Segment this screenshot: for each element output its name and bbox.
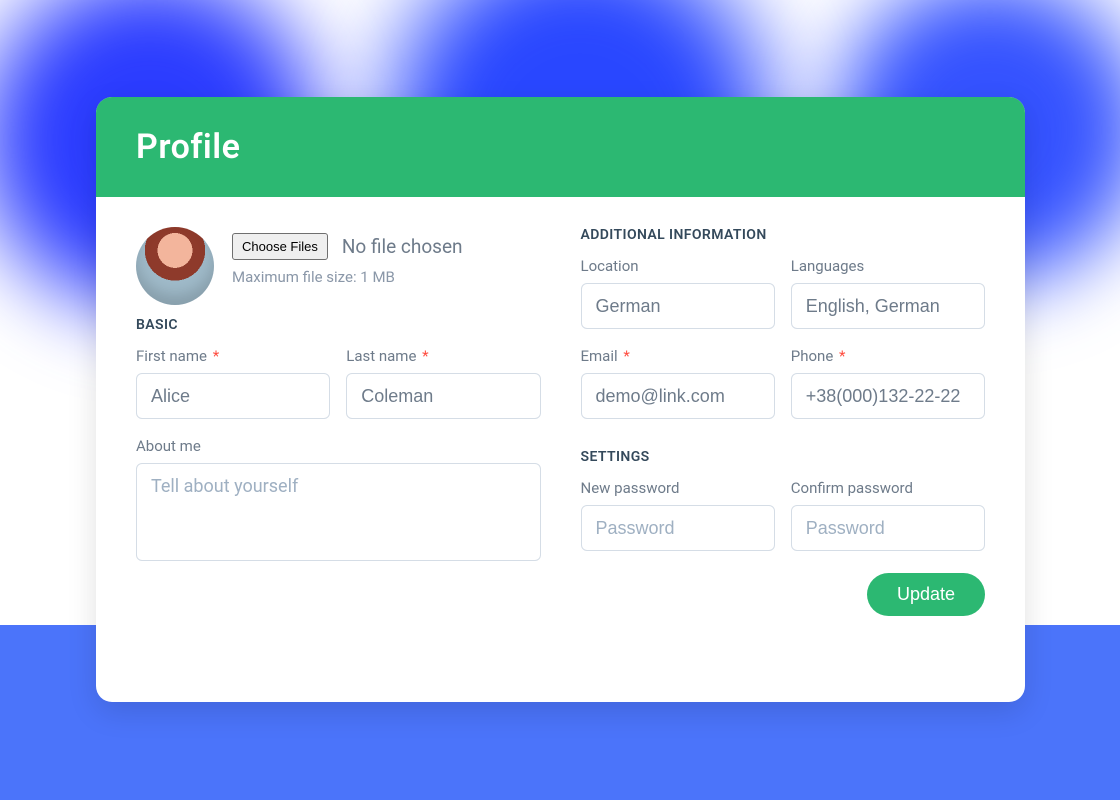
field-languages: Languages	[791, 257, 985, 329]
required-mark: *	[623, 347, 629, 365]
card-body: Choose Files No file chosen Maximum file…	[96, 197, 1025, 640]
about-textarea[interactable]	[136, 463, 541, 561]
languages-input[interactable]	[791, 283, 985, 329]
choose-files-button[interactable]: Choose Files	[232, 233, 328, 260]
required-mark: *	[422, 347, 428, 365]
file-picker: Choose Files No file chosen Maximum file…	[232, 227, 463, 286]
avatar[interactable]	[136, 227, 214, 305]
email-label: Email *	[581, 347, 775, 365]
label-text: Last name	[346, 347, 416, 365]
required-mark: *	[839, 347, 845, 365]
required-mark: *	[213, 347, 219, 365]
location-input[interactable]	[581, 283, 775, 329]
file-hint: Maximum file size: 1 MB	[232, 268, 463, 286]
field-new-password: New password	[581, 479, 775, 551]
languages-label: Languages	[791, 257, 985, 275]
first-name-input[interactable]	[136, 373, 330, 419]
section-title-basic: BASIC	[136, 317, 541, 333]
update-button[interactable]: Update	[867, 573, 985, 616]
label-text: Email	[581, 347, 618, 365]
field-first-name: First name *	[136, 347, 330, 419]
last-name-input[interactable]	[346, 373, 540, 419]
phone-input[interactable]	[791, 373, 985, 419]
first-name-label: First name *	[136, 347, 330, 365]
actions-row: Update	[581, 573, 986, 616]
label-text: First name	[136, 347, 207, 365]
confirm-password-label: Confirm password	[791, 479, 985, 497]
field-confirm-password: Confirm password	[791, 479, 985, 551]
card-header: Profile	[96, 97, 1025, 197]
profile-card: Profile Choose Files No file chosen Maxi…	[96, 97, 1025, 702]
field-about: About me	[136, 437, 541, 565]
column-left: Choose Files No file chosen Maximum file…	[136, 227, 541, 616]
field-email: Email *	[581, 347, 775, 419]
field-location: Location	[581, 257, 775, 329]
avatar-upload-row: Choose Files No file chosen Maximum file…	[136, 227, 541, 305]
field-phone: Phone *	[791, 347, 985, 419]
column-right: ADDITIONAL INFORMATION Location Language…	[581, 227, 986, 616]
new-password-label: New password	[581, 479, 775, 497]
new-password-input[interactable]	[581, 505, 775, 551]
location-label: Location	[581, 257, 775, 275]
file-picker-line: Choose Files No file chosen	[232, 233, 463, 260]
label-text: Phone	[791, 347, 834, 365]
file-status: No file chosen	[342, 235, 463, 258]
section-title-additional: ADDITIONAL INFORMATION	[581, 227, 986, 243]
phone-label: Phone *	[791, 347, 985, 365]
confirm-password-input[interactable]	[791, 505, 985, 551]
page-title: Profile	[136, 127, 985, 167]
about-label: About me	[136, 437, 541, 455]
section-title-settings: SETTINGS	[581, 449, 986, 465]
last-name-label: Last name *	[346, 347, 540, 365]
email-input[interactable]	[581, 373, 775, 419]
field-last-name: Last name *	[346, 347, 540, 419]
